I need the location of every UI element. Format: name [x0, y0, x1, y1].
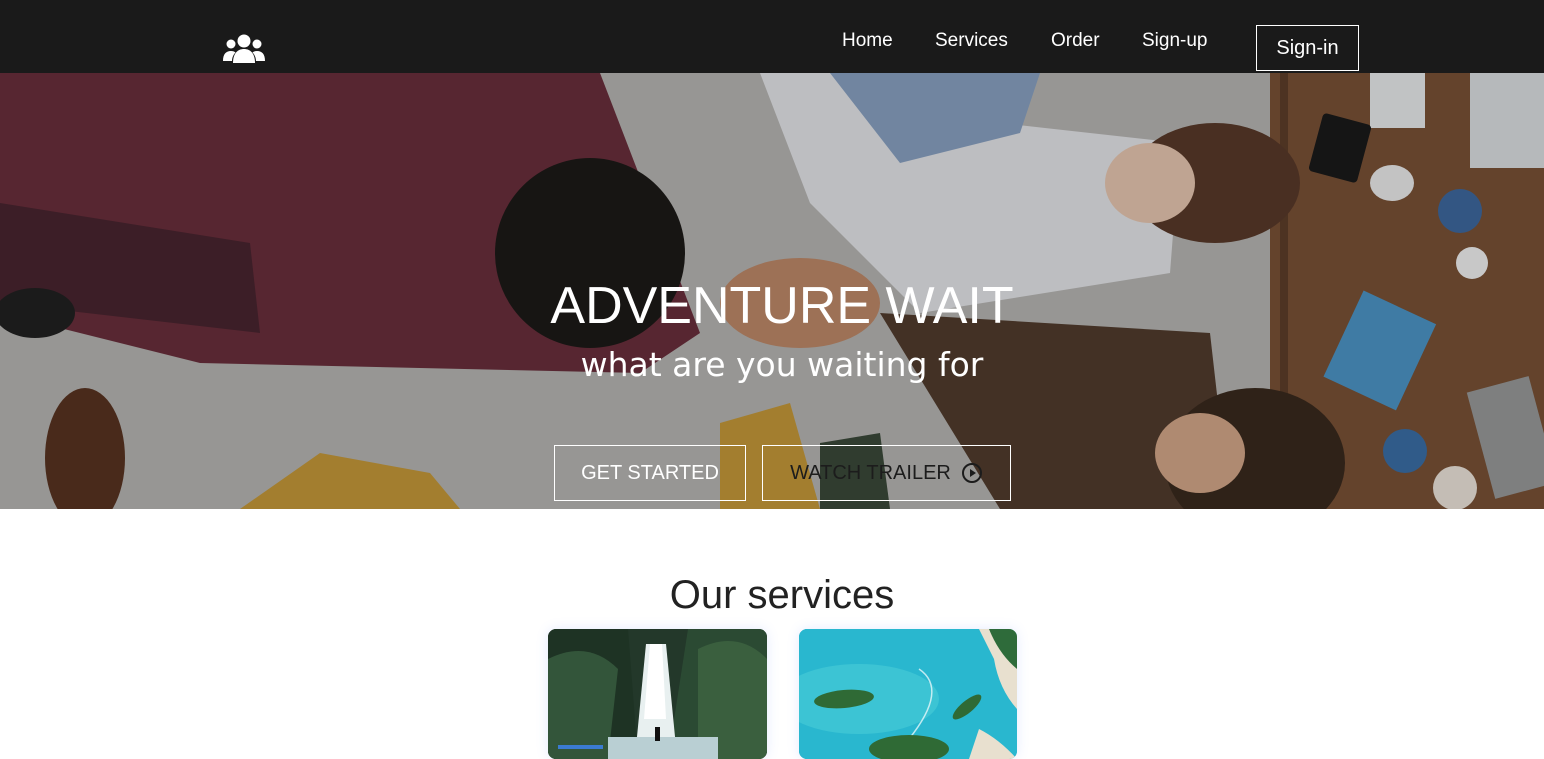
watch-trailer-label: WATCH TRAILER [790, 461, 951, 484]
hero-section: ADVENTURE WAIT what are you waiting for … [0, 73, 1544, 509]
navbar: Home Services Order Sign-up Sign-in [0, 0, 1544, 73]
play-circle-icon [961, 463, 982, 483]
hero-subtitle: what are you waiting for [580, 345, 984, 384]
waterfall-photo [548, 629, 767, 759]
get-started-button[interactable]: GET STARTED [554, 445, 746, 501]
tropical-island-photo [799, 629, 1017, 759]
nav-signup[interactable]: Sign-up [1142, 30, 1208, 52]
get-started-label: GET STARTED [581, 461, 719, 484]
service-card[interactable] [799, 629, 1017, 759]
nav-services[interactable]: Services [935, 30, 1008, 52]
services-title: Our services [669, 573, 895, 617]
nav-order[interactable]: Order [1051, 30, 1100, 52]
users-icon[interactable] [222, 33, 266, 65]
nav-home[interactable]: Home [842, 30, 893, 52]
signin-button[interactable]: Sign-in [1256, 25, 1359, 71]
watch-trailer-button[interactable]: WATCH TRAILER [762, 445, 1011, 501]
service-card[interactable] [548, 629, 767, 759]
hero-title: ADVENTURE WAIT [550, 277, 1014, 335]
